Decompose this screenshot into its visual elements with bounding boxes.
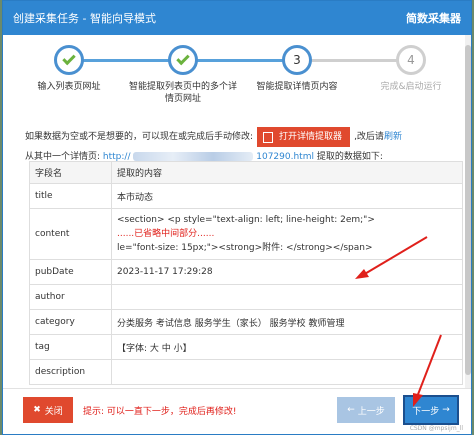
table-row: title 本市动态 bbox=[29, 183, 463, 209]
annotation-arrow-icon bbox=[413, 334, 442, 407]
task-wizard-dialog: 创建采集任务 - 智能向导模式 简数采集器 输入列表页网址 智能提取列表页中的多… bbox=[2, 0, 472, 435]
footer-tip: 提示: 可以一直下一步，完成后再修改! bbox=[83, 407, 237, 417]
step-3: 3 智能提取详情页内容 bbox=[242, 45, 352, 93]
step-2: 智能提取列表页中的多个详情页网址 bbox=[128, 45, 238, 105]
wizard-steps: 输入列表页网址 智能提取列表页中的多个详情页网址 3 智能提取详情页内容 4 完… bbox=[11, 39, 467, 117]
field-value bbox=[111, 284, 463, 310]
refresh-link[interactable]: 刷新 bbox=[384, 129, 402, 146]
dialog-title: 创建采集任务 - 智能向导模式 bbox=[13, 12, 156, 25]
check-icon bbox=[176, 51, 190, 66]
field-name: content bbox=[29, 208, 112, 260]
table-row: author bbox=[29, 284, 463, 310]
check-icon bbox=[62, 51, 76, 66]
watermark: CSDN @mpsijm_ll bbox=[409, 425, 463, 432]
step-4-label: 完成&启动运行 bbox=[380, 82, 442, 92]
table-row: category 分类服务 考试信息 服务学生（家长） 服务学校 教师管理 bbox=[29, 309, 463, 335]
field-name: author bbox=[29, 284, 112, 310]
document-icon bbox=[263, 131, 274, 143]
table-row: tag 【字体: 大 中 小】 bbox=[29, 334, 463, 360]
field-name: title bbox=[29, 183, 112, 209]
close-icon: ✖ bbox=[33, 405, 41, 415]
redacted-url bbox=[133, 152, 254, 161]
column-header-field: 字段名 bbox=[29, 161, 112, 184]
table-row: description bbox=[29, 359, 463, 385]
step-4-circle: 4 bbox=[396, 45, 426, 75]
app-name: 简数采集器 bbox=[406, 12, 461, 25]
scrollbar[interactable] bbox=[465, 35, 471, 390]
content-line-1: <section> <p style="text-align: left; li… bbox=[117, 215, 375, 225]
scrollbar-thumb[interactable] bbox=[465, 45, 471, 375]
field-name: description bbox=[29, 359, 112, 385]
step-1-circle bbox=[54, 45, 84, 75]
open-extractor-label: 打开详情提取器 bbox=[279, 131, 343, 142]
hint-text-after: ,改后请 bbox=[354, 131, 384, 142]
hint-text: 如果数据为空或不是想要的，可以现在或完成后手动修改: bbox=[25, 131, 254, 142]
open-extractor-button[interactable]: 打开详情提取器 bbox=[257, 127, 351, 147]
arrow-left-icon: ← bbox=[347, 405, 355, 415]
step-1-label: 输入列表页网址 bbox=[37, 82, 101, 92]
dialog-footer: ✖ 关闭 提示: 可以一直下一步，完成后再修改! ← 上一步 下一步 → CSD… bbox=[3, 388, 471, 434]
step-4: 4 完成&启动运行 bbox=[356, 45, 466, 93]
dialog-body: 输入列表页网址 智能提取列表页中的多个详情页网址 3 智能提取详情页内容 4 完… bbox=[11, 35, 467, 390]
field-name: tag bbox=[29, 334, 112, 360]
step-2-circle bbox=[168, 45, 198, 75]
step-2-label: 智能提取列表页中的多个详情页网址 bbox=[128, 82, 237, 104]
previous-step-button[interactable]: ← 上一步 bbox=[337, 397, 395, 423]
column-header-content: 提取的内容 bbox=[111, 161, 463, 184]
step-1: 输入列表页网址 bbox=[14, 45, 124, 93]
dialog-titlebar: 创建采集任务 - 智能向导模式 简数采集器 bbox=[3, 1, 471, 35]
previous-step-label: 上一步 bbox=[357, 406, 385, 417]
step-3-label: 智能提取详情页内容 bbox=[256, 82, 338, 92]
field-name: category bbox=[29, 309, 112, 335]
field-value: 本市动态 bbox=[111, 183, 463, 209]
field-name: pubDate bbox=[29, 259, 112, 285]
close-button[interactable]: ✖ 关闭 bbox=[23, 397, 73, 423]
step-3-circle: 3 bbox=[282, 45, 312, 75]
annotation-arrow-icon bbox=[355, 236, 428, 279]
close-label: 关闭 bbox=[44, 406, 63, 417]
